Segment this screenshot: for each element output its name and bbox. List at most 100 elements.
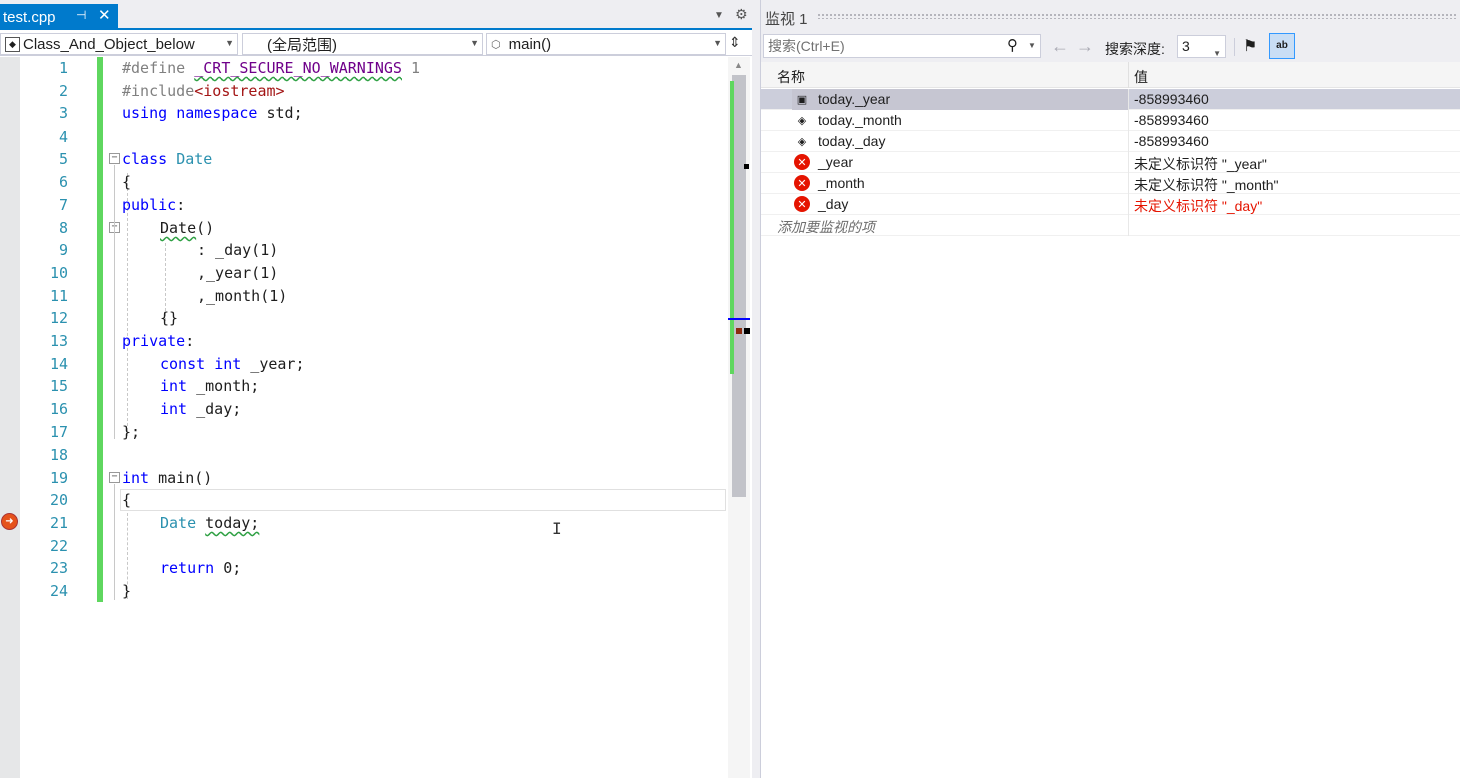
error-icon: ✕ [794,154,810,170]
code-line-21: Date today; [160,512,259,534]
line-number: 1 [58,59,68,77]
token: int [160,377,188,395]
watch-row[interactable]: ✕ _month 未定义标识符 "_month" [761,173,1460,194]
watch-name[interactable]: _month [818,175,865,191]
token: int [160,400,188,418]
collapse-main-icon[interactable]: − [109,472,120,483]
code-area[interactable]: ➜ 1 2 3 4 5 6 7 8 9 10 11 12 13 14 15 16… [0,57,752,778]
field-icon: ◈ [797,135,807,148]
watch-name[interactable]: _year [818,154,853,170]
watch-row[interactable]: ▣ today._year -858993460 [761,89,1460,110]
token: int [214,355,242,373]
chevron-down-icon[interactable]: ▼ [1028,41,1036,50]
column-divider[interactable] [1128,62,1129,88]
scrollbar-caret-marker [728,318,750,320]
collapse-class-icon[interactable]: − [109,153,120,164]
add-watch-placeholder[interactable]: 添加要监视的项 [777,217,875,237]
watch-value[interactable]: -858993460 [1134,133,1209,149]
method-cube-icon: ⬡ [491,38,501,51]
line-number: 9 [58,241,68,259]
code-line-10: ,_year(1) [197,264,279,282]
scrollbar-change-marker [730,81,734,374]
hex-display-toggle-icon[interactable]: ab [1269,33,1295,59]
watch-name[interactable]: today._day [818,133,885,149]
watch-window: 监视 1 搜索(Ctrl+E) ⚲ ▼ ← → 搜索深度: 3 ▼ ⚑ ab 名… [761,0,1460,778]
tab-list-dropdown-icon[interactable]: ▼ [714,10,724,21]
search-depth-combo[interactable]: 3 ▼ [1177,35,1226,58]
column-header-name[interactable]: 名称 [777,67,805,87]
member-combo[interactable]: ⬡ main() ▼ [486,33,726,55]
pane-splitter[interactable] [752,0,761,778]
code-line-7: public: [122,194,185,216]
line-number: 23 [49,559,68,577]
code-line-24: } [122,582,132,600]
token: const [160,355,206,373]
ibeam-cursor-icon: I [552,519,562,538]
current-statement-arrow-icon: ➜ [1,513,18,530]
search-forward-arrow-icon[interactable]: → [1076,36,1094,57]
watch-row[interactable]: ✕ _day 未定义标识符 "_day" [761,194,1460,215]
current-line-highlight [120,489,726,511]
token: _day; [187,400,242,418]
code-line-8: Date() [160,217,214,239]
watch-row[interactable]: ◈ today._day -858993460 [761,131,1460,152]
token: class [122,150,168,168]
watch-value[interactable]: 未定义标识符 "_day" [1134,196,1262,216]
scroll-up-icon[interactable]: ▲ [734,60,743,70]
search-input[interactable]: 搜索(Ctrl+E) [763,34,1041,58]
tab-test-cpp[interactable]: test.cpp ⊣ ✕ [0,4,118,30]
code-line-19: int main() [122,467,212,489]
column-divider [1128,89,1129,110]
token: today; [205,514,260,532]
line-number: 22 [49,537,68,555]
code-line-5: class Date [122,148,212,170]
line-number: 13 [49,332,68,350]
column-divider [1128,110,1129,131]
token: : [185,332,195,350]
token: int [122,469,150,487]
token: main() [149,469,213,487]
watch-value[interactable]: 未定义标识符 "_month" [1134,175,1279,195]
watch-toolbar: 搜索(Ctrl+E) ⚲ ▼ ← → 搜索深度: 3 ▼ ⚑ ab [761,32,1460,62]
scrollbar-thumb[interactable] [732,75,746,497]
token: using [122,104,168,122]
close-icon[interactable]: ✕ [98,6,111,24]
code-line-9: : _day(1) [197,241,279,259]
watch-value[interactable]: -858993460 [1134,91,1209,107]
token: _CRT_SECURE_NO_WARNINGS [194,59,402,77]
search-back-arrow-icon[interactable]: ← [1051,36,1069,57]
split-window-icon[interactable]: ⇕ [729,34,741,51]
watch-row[interactable]: ✕ _year 未定义标识符 "_year" [761,152,1460,173]
line-number: 14 [49,355,68,373]
error-icon: ✕ [794,175,810,191]
watch-value[interactable]: 未定义标识符 "_year" [1134,154,1267,174]
watch-value[interactable]: -858993460 [1134,112,1209,128]
line-number: 11 [49,287,68,305]
document-tab-strip: test.cpp ⊣ ✕ ▼ ⚙ [0,0,752,30]
pin-filter-icon[interactable]: ⚑ [1243,36,1257,56]
code-line-17: }; [122,423,141,441]
token: 1 [401,59,421,77]
editor-vertical-scrollbar[interactable]: ▲ [728,57,750,778]
watch-name[interactable]: _day [818,196,848,212]
project-icon: ◆ [5,36,20,52]
column-header-value[interactable]: 值 [1134,67,1148,87]
token: namespace [176,104,258,122]
pin-icon[interactable]: ⊣ [76,8,86,22]
watch-name[interactable]: today._month [818,112,902,128]
type-scope-combo[interactable]: (全局范围) ▼ [242,33,483,55]
column-divider [1128,152,1129,173]
add-watch-row[interactable]: 添加要监视的项 [761,215,1460,236]
search-icon[interactable]: ⚲ [1007,36,1018,54]
scrollbar-marker [744,164,749,169]
project-scope-combo[interactable]: ◆ Class_And_Object_below ▼ [0,33,238,55]
project-scope-value: Class_And_Object_below [23,35,195,53]
watch-titlebar[interactable]: 监视 1 [761,0,1460,32]
token: <iostream> [194,82,285,100]
gear-icon[interactable]: ⚙ [735,6,748,23]
line-number: 17 [49,423,68,441]
watch-row[interactable]: ◈ today._month -858993460 [761,110,1460,131]
indicator-margin[interactable]: ➜ [0,57,20,778]
watch-name[interactable]: today._year [818,91,890,107]
